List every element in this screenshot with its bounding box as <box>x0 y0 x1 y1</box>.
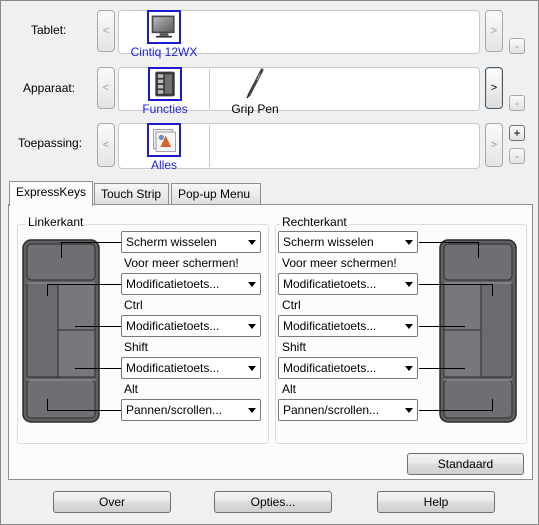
tab-popup-menu[interactable]: Pop-up Menu <box>171 183 261 205</box>
functions-icon <box>148 67 182 101</box>
right-key-5-select[interactable]: Pannen/scrollen... <box>278 399 418 421</box>
right-leader-2-drop <box>492 284 493 296</box>
tablet-item-cintiq[interactable]: Cintiq 12WX <box>129 10 199 59</box>
device-item-label-grip-pen: Grip Pen <box>231 102 279 116</box>
left-key-1-note: Voor meer schermen! <box>124 256 239 270</box>
tablet-properties-window: Tablet: < Cintiq 12WX > - Apparaat: < Fu… <box>0 0 539 525</box>
application-prev-button[interactable]: < <box>97 123 115 167</box>
left-key-2-value: Modificatietoets... <box>126 277 220 291</box>
right-key-5-value: Pannen/scrollen... <box>283 403 380 417</box>
device-item-functions[interactable]: Functies <box>139 67 191 116</box>
application-next-button[interactable]: > <box>485 123 503 167</box>
right-key-2-value: Modificatietoets... <box>283 277 377 291</box>
tab-expresskeys[interactable]: ExpressKeys <box>9 181 93 206</box>
application-item-label: Alles <box>150 158 177 172</box>
right-leader-5-rise <box>492 399 493 411</box>
right-leader-1 <box>419 242 479 243</box>
tablet-row-label: Tablet: <box>31 23 67 37</box>
right-key-3-value: Modificatietoets... <box>283 319 377 333</box>
right-key-3-note: Shift <box>282 340 307 354</box>
chevron-down-icon <box>405 240 413 245</box>
right-key-4-select[interactable]: Modificatietoets... <box>278 357 418 379</box>
right-key-3-select[interactable]: Modificatietoets... <box>278 315 418 337</box>
left-leader-5-rise <box>47 399 48 411</box>
left-key-3-note: Shift <box>124 340 149 354</box>
chevron-down-icon <box>248 282 256 287</box>
application-row-label: Toepassing: <box>18 136 83 150</box>
left-key-4-value: Modificatietoets... <box>126 361 220 375</box>
about-button[interactable]: Over <box>53 491 171 513</box>
left-leader-1-drop <box>61 242 62 258</box>
right-key-4-note: Alt <box>282 382 297 396</box>
device-next-button[interactable]: > <box>485 67 503 109</box>
tablet-item-label: Cintiq 12WX <box>130 45 198 59</box>
default-button[interactable]: Standaard <box>407 453 524 475</box>
left-key-1-select[interactable]: Scherm wisselen <box>121 231 261 253</box>
left-key-4-note: Alt <box>124 382 139 396</box>
right-leader-1-drop <box>478 242 479 258</box>
tablet-monitor-icon <box>147 10 181 44</box>
right-key-4-value: Modificatietoets... <box>283 361 377 375</box>
chevron-down-icon <box>405 324 413 329</box>
pen-icon <box>246 68 264 99</box>
left-leader-2 <box>47 284 121 285</box>
left-leader-4 <box>75 368 121 369</box>
device-prev-button[interactable]: < <box>97 67 115 109</box>
left-key-3-select[interactable]: Modificatietoets... <box>121 315 261 337</box>
chevron-down-icon <box>248 408 256 413</box>
application-item-all[interactable]: Alles <box>141 123 187 172</box>
right-key-1-value: Scherm wisselen <box>283 235 374 249</box>
left-leader-5 <box>47 410 121 411</box>
tab-touch-strip[interactable]: Touch Strip <box>94 183 169 205</box>
chevron-down-icon <box>405 366 413 371</box>
help-button[interactable]: Help <box>377 491 495 513</box>
right-leader-3 <box>419 326 465 327</box>
left-key-4-select[interactable]: Modificatietoets... <box>121 357 261 379</box>
left-leader-2-drop <box>47 284 48 296</box>
right-key-1-select[interactable]: Scherm wisselen <box>278 231 418 253</box>
device-item-grip-pen[interactable]: Grip Pen <box>227 67 283 116</box>
chevron-down-icon <box>248 324 256 329</box>
right-leader-2 <box>419 284 493 285</box>
left-key-5-select[interactable]: Pannen/scrollen... <box>121 399 261 421</box>
left-key-5-value: Pannen/scrollen... <box>126 403 223 417</box>
left-leader-3 <box>75 326 121 327</box>
tablet-prev-button[interactable]: < <box>97 10 115 52</box>
right-key-1-note: Voor meer schermen! <box>282 256 397 270</box>
right-key-2-select[interactable]: Modificatietoets... <box>278 273 418 295</box>
right-leader-5 <box>419 410 493 411</box>
device-row-label: Apparaat: <box>23 81 76 95</box>
application-remove-button[interactable]: - <box>509 148 525 164</box>
right-expresskeys-diagram <box>439 239 517 423</box>
chevron-down-icon <box>248 240 256 245</box>
left-key-2-select[interactable]: Modificatietoets... <box>121 273 261 295</box>
right-leader-4 <box>419 368 465 369</box>
options-button[interactable]: Opties... <box>214 491 332 513</box>
tablet-remove-button[interactable]: - <box>509 38 525 54</box>
right-group-title: Rechterkant <box>280 215 349 229</box>
application-add-button[interactable]: + <box>509 125 525 141</box>
device-remove-button[interactable]: - <box>509 95 525 111</box>
left-leader-1 <box>61 242 121 243</box>
all-applications-icon <box>147 123 181 157</box>
left-expresskeys-diagram <box>22 239 100 423</box>
left-key-1-value: Scherm wisselen <box>126 235 217 249</box>
left-key-3-value: Modificatietoets... <box>126 319 220 333</box>
device-item-label-functions: Functies <box>142 102 188 116</box>
left-key-2-note: Ctrl <box>124 298 143 312</box>
application-separator <box>209 125 210 167</box>
device-separator <box>209 69 210 109</box>
chevron-down-icon <box>248 366 256 371</box>
tablet-next-button[interactable]: > <box>485 10 503 52</box>
chevron-down-icon <box>405 408 413 413</box>
chevron-down-icon <box>405 282 413 287</box>
right-key-2-note: Ctrl <box>282 298 301 312</box>
left-group-title: Linkerkant <box>26 215 86 229</box>
